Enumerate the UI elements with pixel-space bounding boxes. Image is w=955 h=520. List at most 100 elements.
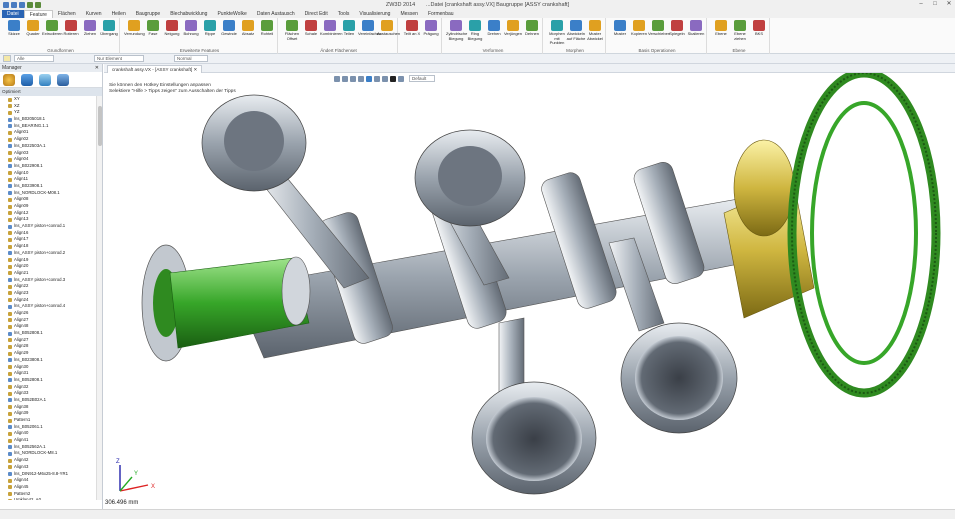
view-manager-icon[interactable]: [39, 73, 51, 86]
ribbon-button-3-1[interactable]: Prägung: [421, 20, 441, 37]
tree-item[interactable]: Align11: [0, 176, 96, 183]
pin-icon[interactable]: ✕: [95, 64, 99, 72]
maximize-button[interactable]: □: [931, 1, 939, 8]
ribbon-button-0-3[interactable]: Rotieren: [61, 20, 81, 37]
ribbon-button-1-6[interactable]: Absatz: [238, 20, 258, 37]
ribbon-button-1-5[interactable]: Gewinde: [219, 20, 239, 37]
tree-item[interactable]: lns_NORDLOCK-M8.1: [0, 450, 96, 457]
tab-5[interactable]: Baugruppe: [131, 10, 165, 18]
ribbon-button-7-2[interactable]: BKS: [749, 20, 769, 37]
tree-item[interactable]: lns_ASSY piston+conrod.2: [0, 250, 96, 257]
tree-item[interactable]: Align27: [0, 317, 96, 324]
ribbon-button-2-3[interactable]: Teilen: [339, 20, 359, 37]
tree-item[interactable]: Align41: [0, 437, 96, 444]
tree-filter-label[interactable]: Optimiert: [0, 88, 102, 96]
tree-item[interactable]: lns_B023908.1: [0, 183, 96, 190]
ribbon-button-1-7[interactable]: Rohteil: [257, 20, 277, 37]
tree-item[interactable]: Align24: [0, 297, 96, 304]
3d-viewport[interactable]: Default Sie können den Hotkey Einstellun…: [104, 73, 955, 509]
tree-item[interactable]: YZ: [0, 109, 96, 116]
tree-item[interactable]: Align21: [0, 270, 96, 277]
ribbon-button-4-4[interactable]: Dehnen: [522, 20, 542, 37]
tree-item[interactable]: Align33: [0, 390, 96, 397]
tree-item[interactable]: lns_B052808.1: [0, 377, 96, 384]
ribbon-button-2-4[interactable]: Vereinfachen: [358, 20, 381, 37]
tab-11[interactable]: Visualisierung: [354, 10, 395, 18]
ribbon-button-1-1[interactable]: Fase: [143, 20, 163, 37]
tree-item[interactable]: Align43: [0, 464, 96, 471]
ribbon-button-3-0[interactable]: Teilt an X: [402, 20, 422, 37]
tree-item[interactable]: lns_BEARING.1.1: [0, 123, 96, 130]
tree-item[interactable]: Umklan42_A0: [0, 497, 96, 500]
tree-item[interactable]: lns_ASSY piston+conrod.1: [0, 223, 96, 230]
ribbon-button-6-0[interactable]: Muster: [610, 20, 630, 37]
tree-item[interactable]: Align20: [0, 263, 96, 270]
ribbon-button-1-2[interactable]: Neigung: [162, 20, 182, 37]
tree-item[interactable]: lns_DIN912-M6x25-8.8-YR1: [0, 471, 96, 478]
tab-13[interactable]: Formenbau: [423, 10, 459, 18]
element-filter[interactable]: Nur Element: [94, 55, 144, 62]
tree-item[interactable]: Align03: [0, 150, 96, 157]
tree-item[interactable]: Align26: [0, 310, 96, 317]
tree-item[interactable]: Align23: [0, 290, 96, 297]
layer-manager-icon[interactable]: [57, 73, 69, 86]
tree-item[interactable]: Align44: [0, 477, 96, 484]
tree-item[interactable]: Align27: [0, 337, 96, 344]
ribbon-button-0-5[interactable]: Übergang: [99, 20, 119, 37]
tree-scrollbar[interactable]: [96, 96, 102, 500]
ribbon-button-2-1[interactable]: Schale: [301, 20, 321, 37]
ribbon-button-4-0[interactable]: Zylindrische Biegung: [446, 20, 467, 41]
tree-item[interactable]: lns_B023808.1: [0, 357, 96, 364]
tab-12[interactable]: Messen: [395, 10, 423, 18]
tab-4[interactable]: Heilen: [107, 10, 131, 18]
tree-item[interactable]: Align29: [0, 350, 96, 357]
tab-8[interactable]: Daten Austausch: [252, 10, 300, 18]
ribbon-button-0-0[interactable]: Skizze: [4, 20, 24, 37]
tree-item[interactable]: Align19: [0, 257, 96, 264]
tree-item[interactable]: Align22: [0, 283, 96, 290]
tree-item[interactable]: lns_NORDLOCK-M08.1: [0, 190, 96, 197]
tree-item[interactable]: Align04: [0, 156, 96, 163]
ribbon-button-6-2[interactable]: Verschieben: [648, 20, 670, 37]
pointer-icon[interactable]: [3, 55, 11, 62]
tab-9[interactable]: Direct Edit: [300, 10, 333, 18]
ribbon-button-1-3[interactable]: Bohrung: [181, 20, 201, 37]
tab-10[interactable]: Tools: [333, 10, 355, 18]
tree-item[interactable]: lns_B052562A.1: [0, 444, 96, 451]
scrollbar-thumb[interactable]: [98, 106, 102, 146]
tab-3[interactable]: Kurven: [81, 10, 107, 18]
ribbon-button-6-3[interactable]: Spiegeln: [667, 20, 687, 37]
ribbon-button-2-2[interactable]: Kombinieren: [320, 20, 342, 37]
tree-item[interactable]: lns_B052B02A.1: [0, 397, 96, 404]
tree-item[interactable]: Align39: [0, 410, 96, 417]
tree-item[interactable]: Align01: [0, 129, 96, 136]
tree-item[interactable]: Align09: [0, 203, 96, 210]
tree-item[interactable]: Align17: [0, 236, 96, 243]
tree-item[interactable]: Align40: [0, 430, 96, 437]
assembly-tree-icon[interactable]: [3, 73, 15, 86]
tree-item[interactable]: lns_B0205018.1: [0, 116, 96, 123]
ribbon-button-5-0[interactable]: Morphen mit Punkten: [547, 20, 567, 46]
view-dropdown[interactable]: Normal: [174, 55, 208, 62]
ribbon-button-0-2[interactable]: Extrudieren: [42, 20, 62, 37]
tree-item[interactable]: Align32: [0, 384, 96, 391]
ribbon-button-5-1[interactable]: Abwickeln auf Fläche: [566, 20, 586, 41]
tree-item[interactable]: Align28: [0, 343, 96, 350]
tree-item[interactable]: Align31: [0, 370, 96, 377]
close-tab-icon[interactable]: ✕: [194, 67, 198, 72]
ribbon-button-1-4[interactable]: Rippe: [200, 20, 220, 37]
crankshaft-model[interactable]: X Z Y: [104, 73, 955, 509]
tree-item[interactable]: lns_B022503A.1: [0, 143, 96, 150]
tree-item[interactable]: Align38: [0, 404, 96, 411]
tree-item[interactable]: Align42: [0, 457, 96, 464]
tree-item[interactable]: XY: [0, 96, 96, 103]
ribbon-button-6-1[interactable]: Kopieren: [629, 20, 649, 37]
tree-item[interactable]: Align13: [0, 216, 96, 223]
tree-item[interactable]: Align10: [0, 170, 96, 177]
close-button[interactable]: ✕: [945, 1, 953, 8]
ribbon-button-1-0[interactable]: Verrundung: [124, 20, 145, 37]
tree-item[interactable]: Align08: [0, 196, 96, 203]
tree-item[interactable]: lns_ASSY piston+conrod.3: [0, 277, 96, 284]
tab-7[interactable]: PunkteWolke: [212, 10, 251, 18]
tree-item[interactable]: Align12: [0, 210, 96, 217]
